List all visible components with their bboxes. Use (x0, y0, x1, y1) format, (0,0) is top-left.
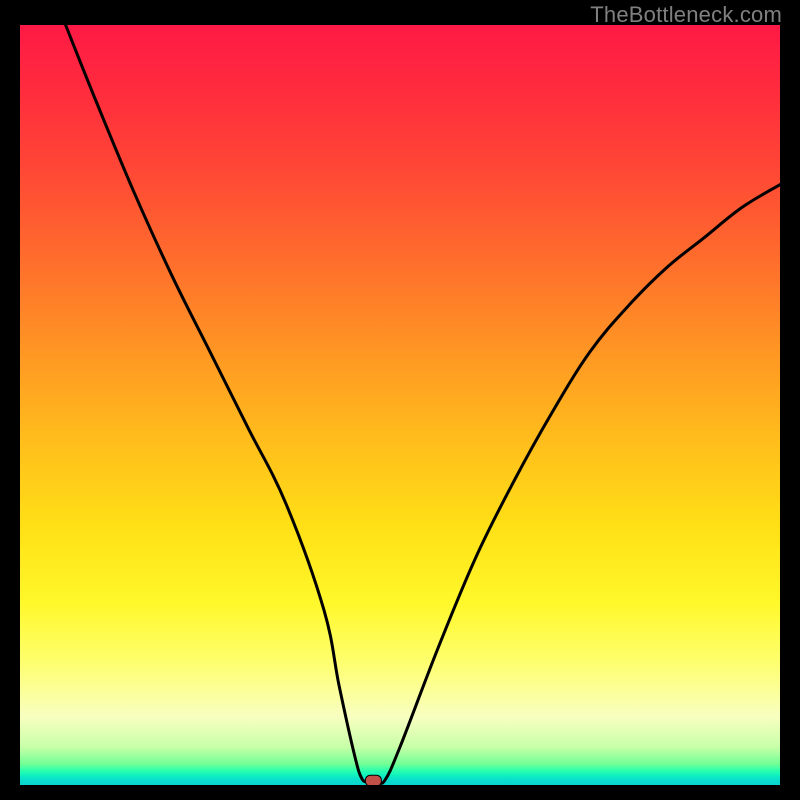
minimum-marker (365, 775, 381, 785)
bottleneck-curve (66, 25, 780, 783)
chart-frame: TheBottleneck.com (0, 0, 800, 800)
chart-svg (20, 25, 780, 785)
chart-plot-area (20, 25, 780, 785)
